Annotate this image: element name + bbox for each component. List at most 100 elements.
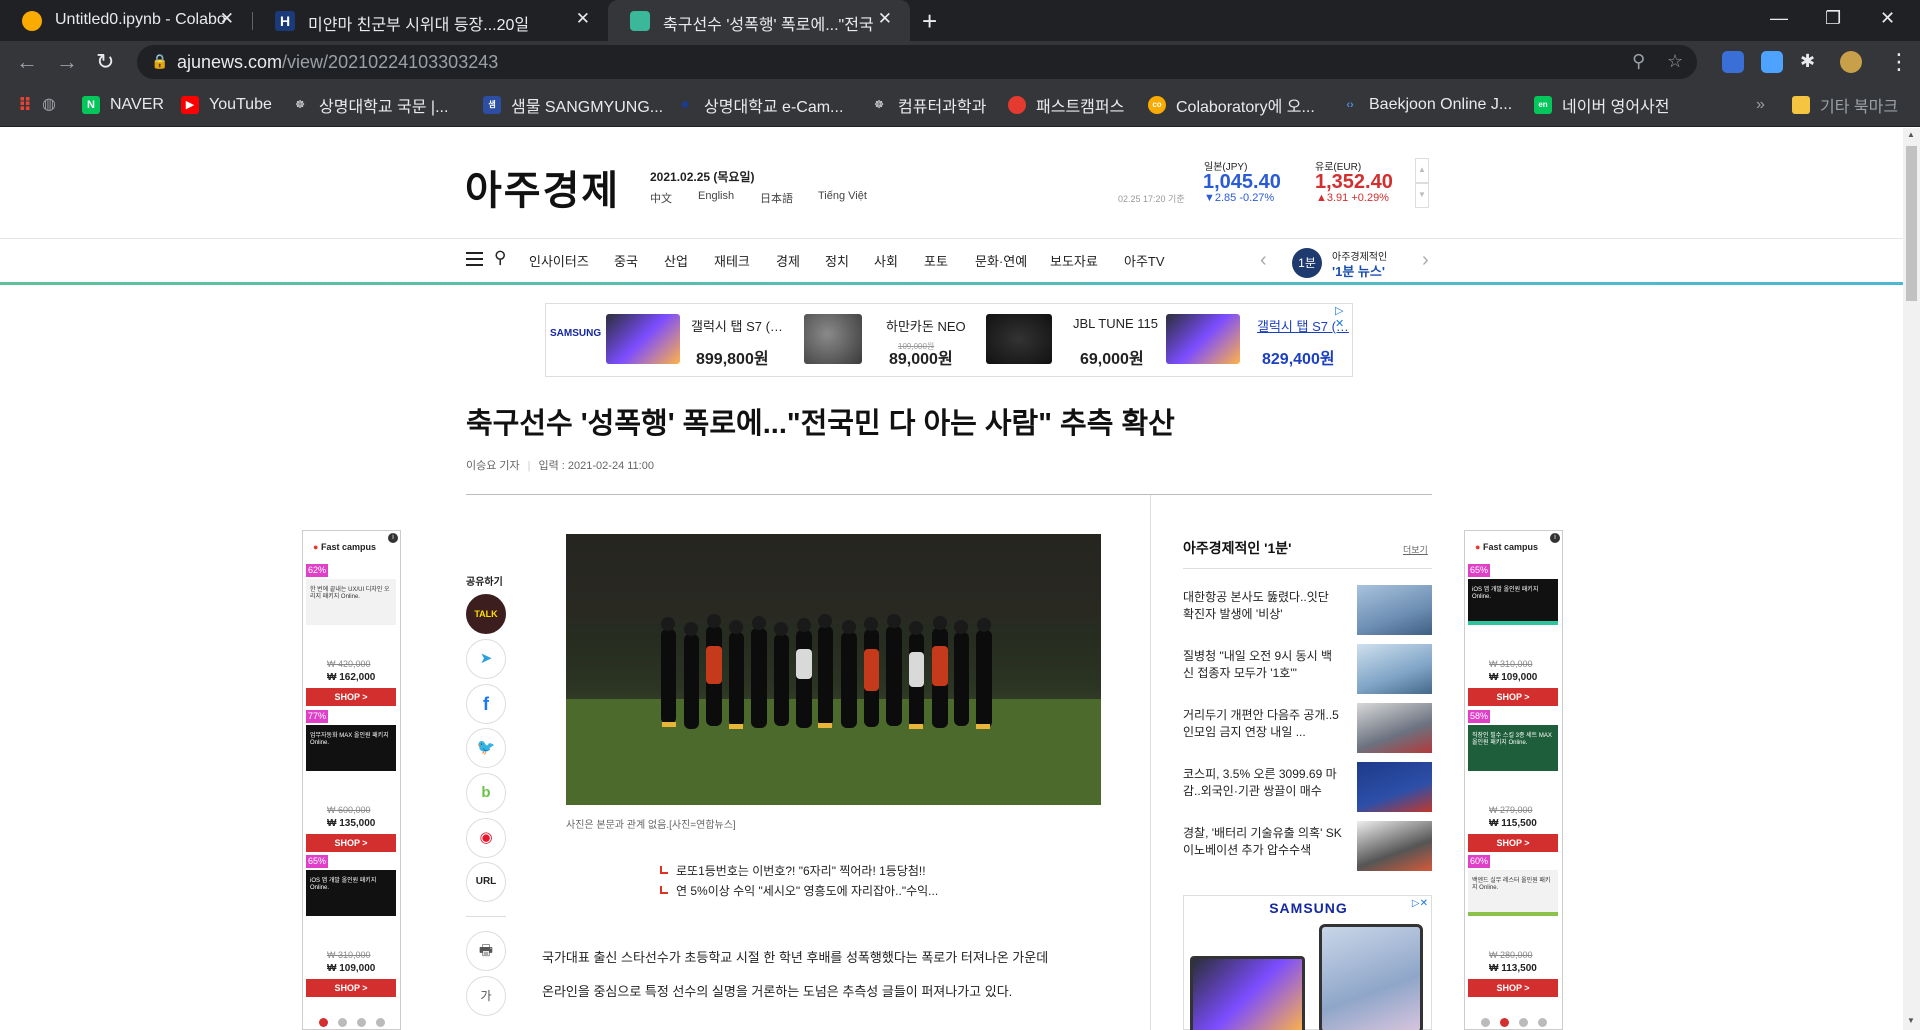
news-thumbnail[interactable] — [1357, 585, 1432, 635]
news-item[interactable]: 경찰, '배터리 기술유출 의혹' SK이노베이션 추가 압수수색 — [1183, 821, 1432, 873]
font-size-button[interactable]: 가 — [466, 976, 506, 1016]
chevron-left-icon[interactable]: ‹ — [1260, 249, 1267, 272]
cloud-extension-icon[interactable] — [1761, 51, 1783, 73]
puzzle-icon[interactable]: ✱ — [1800, 51, 1815, 72]
bookmark-baekjoon[interactable]: ‹› Baekjoon Online J... — [1341, 93, 1512, 117]
menu-icon[interactable]: ⋮ — [1888, 49, 1910, 75]
chevron-right-icon[interactable]: › — [1422, 249, 1429, 272]
shop-button[interactable]: SHOP > — [306, 979, 396, 997]
bookmark-star-icon[interactable]: ☆ — [1667, 51, 1683, 72]
bookmark-colab[interactable]: co Colaboratory에 오... — [1148, 93, 1315, 117]
nav-society[interactable]: 사회 — [874, 251, 898, 270]
ad-item-name[interactable]: JBL TUNE 115 — [1073, 316, 1158, 331]
lang-vietnamese[interactable]: Tiếng Việt — [818, 190, 867, 202]
tab-ajunews[interactable]: 축구선수 '성폭행' 폭로에..."전국민 ✕ — [608, 0, 910, 41]
carousel-dots[interactable] — [319, 1014, 395, 1030]
nav-culture[interactable]: 문화·연예 — [975, 251, 1027, 270]
fx-up-button[interactable]: ▲ — [1415, 158, 1429, 183]
course-thumbnail[interactable]: iOS 앱 개발 올인원 패키지 Online. — [306, 870, 396, 916]
forward-icon[interactable]: → — [56, 49, 78, 75]
shop-button[interactable]: SHOP > — [1468, 979, 1558, 997]
address-bar[interactable]: 🔒 ajunews.com/view/20210224103303243 ⚲ ☆ — [137, 45, 1697, 79]
print-button[interactable]: 🖶 — [466, 931, 506, 971]
telegram-share-button[interactable]: ➤ — [466, 639, 506, 679]
zoom-icon[interactable]: ⚲ — [1632, 51, 1645, 72]
nav-china[interactable]: 중국 — [614, 251, 638, 270]
minimize-button[interactable]: — — [1770, 8, 1788, 29]
course-thumbnail[interactable]: 업무자동화 MAX 올인원 패키지 Online. — [306, 725, 396, 771]
ad-banner[interactable]: SAMSUNG 갤럭시 탭 S7 (… 899,800원 하만카돈 NEO 10… — [545, 303, 1353, 377]
news-item[interactable]: 거리두기 개편안 다음주 공개..5인모임 금지 연장 내일 ... — [1183, 703, 1432, 755]
nav-finance[interactable]: 재테크 — [714, 251, 750, 270]
nav-insiders[interactable]: 인사이터즈 — [529, 251, 589, 270]
search-icon[interactable]: ⚲ — [494, 248, 506, 268]
course-thumbnail[interactable]: 백엔드 실무 레스터 올인원 패키지 Online. — [1468, 870, 1558, 916]
news-item[interactable]: 질병청 "내일 오전 9시 동시 백신 접종자 모두가 '1호'" — [1183, 644, 1432, 696]
ad-item-name[interactable]: 갤럭시 탭 S7 (… — [691, 316, 783, 335]
shop-button[interactable]: SHOP > — [306, 688, 396, 706]
ad-close-icon[interactable]: ▷✕ — [1412, 898, 1428, 909]
site-logo[interactable]: 아주경제 — [465, 158, 620, 216]
url-copy-button[interactable]: URL — [466, 862, 506, 902]
bookmark-naver-dict[interactable]: en 네이버 영어사전 — [1534, 93, 1670, 117]
scrollbar-thumb[interactable] — [1906, 146, 1917, 301]
twitter-share-button[interactable]: 🐦 — [466, 728, 506, 768]
news-title[interactable]: 거리두기 개편안 다음주 공개..5인모임 금지 연장 내일 ... — [1183, 707, 1343, 741]
menu-icon[interactable] — [466, 252, 483, 266]
news-title[interactable]: 대한항공 본사도 뚫렸다..잇단 확진자 발생에 '비상' — [1183, 589, 1343, 623]
lang-chinese[interactable]: 中文 — [650, 190, 672, 206]
lang-japanese[interactable]: 日本語 — [760, 190, 793, 206]
news-item[interactable]: 코스피, 3.5% 오른 3099.69 마감..외국인·기관 쌍끌이 매수 — [1183, 762, 1432, 814]
facebook-share-button[interactable]: f — [466, 684, 506, 724]
shop-button[interactable]: SHOP > — [306, 834, 396, 852]
course-thumbnail[interactable]: 한 번에 끝내는 UX/UI 디자인 오리지 패키지 Online. — [306, 579, 396, 625]
nav-press[interactable]: 보도자료 — [1050, 251, 1098, 270]
tablet-image[interactable] — [606, 314, 680, 364]
more-link[interactable]: 더보기 — [1403, 543, 1428, 556]
tablet-image[interactable] — [1166, 314, 1240, 364]
extension-icon[interactable] — [1722, 51, 1744, 73]
tablet-image[interactable] — [1319, 924, 1423, 1030]
bookmark-cs[interactable]: ☸ 컴퓨터과학과 — [870, 93, 986, 117]
ad-item-name[interactable]: 하만카돈 NEO — [886, 316, 966, 335]
earbuds-image[interactable] — [986, 314, 1052, 364]
news-thumbnail[interactable] — [1357, 762, 1432, 812]
kakaotalk-share-button[interactable]: TALK — [466, 594, 506, 634]
news-thumbnail[interactable] — [1357, 703, 1432, 753]
close-icon[interactable]: ✕ — [878, 9, 892, 29]
news-thumbnail[interactable] — [1357, 821, 1432, 871]
bookmark-fastcampus[interactable]: ● 패스트캠퍼스 — [1008, 93, 1124, 117]
restore-button[interactable]: ❐ — [1825, 8, 1841, 29]
related-link[interactable]: 로또1등번호는 이번호?! "6자리" 찍어라! 1등당첨!! — [660, 862, 926, 879]
bookmark-sangmyung-korean[interactable]: ☸ 상명대학교 국문 |... — [291, 93, 448, 117]
weibo-share-button[interactable]: ◉ — [466, 818, 506, 858]
left-side-ad[interactable]: ● Fast campus i 62% 한 번에 끝내는 UX/UI 디자인 오… — [302, 530, 401, 1030]
close-icon[interactable]: ✕ — [576, 9, 590, 29]
new-tab-button[interactable]: + — [922, 6, 937, 37]
related-link[interactable]: 연 5%이상 수익 "세시오" 영흥도에 자리잡아.."수익... — [660, 882, 938, 899]
fx-down-button[interactable]: ▼ — [1415, 183, 1429, 208]
nav-economy[interactable]: 경제 — [776, 251, 800, 270]
bookmark-naver[interactable]: N NAVER — [82, 93, 164, 117]
news-title[interactable]: 질병청 "내일 오전 9시 동시 백신 접종자 모두가 '1호'" — [1183, 648, 1343, 682]
avatar[interactable] — [1840, 51, 1862, 73]
shop-button[interactable]: SHOP > — [1468, 688, 1558, 706]
globe-icon[interactable]: ◍ — [40, 93, 68, 117]
nav-industry[interactable]: 산업 — [664, 251, 688, 270]
course-thumbnail[interactable]: iOS 앱 개발 올인원 패키지 Online. — [1468, 579, 1558, 625]
window-close-button[interactable]: ✕ — [1880, 8, 1895, 29]
lang-english[interactable]: English — [698, 190, 734, 202]
lock-icon[interactable]: 🔒 — [151, 53, 168, 70]
news-item[interactable]: 대한항공 본사도 뚫렸다..잇단 확진자 발생에 '비상' — [1183, 585, 1432, 637]
nav-politics[interactable]: 정치 — [825, 251, 849, 270]
speaker-image[interactable] — [804, 314, 862, 364]
news-thumbnail[interactable] — [1357, 644, 1432, 694]
news-title[interactable]: 코스피, 3.5% 오른 3099.69 마감..외국인·기관 쌍끌이 매수 — [1183, 766, 1343, 800]
tab-myanmar[interactable]: H 미얀마 친군부 시위대 등장...20일 ✕ — [253, 0, 608, 41]
ad-info-icon[interactable]: i — [1550, 533, 1560, 543]
bookmark-sammul[interactable]: 샘 샘물 SANGMYUNG... — [483, 93, 663, 117]
course-thumbnail[interactable]: 직장인 필수 스킬 3종 세트 MAX 올인원 패키지 Online. — [1468, 725, 1558, 771]
vertical-scrollbar[interactable]: ▲ ▼ — [1903, 128, 1920, 1030]
ad-close-icon[interactable]: ▷ ✕ — [1335, 304, 1352, 330]
shop-button[interactable]: SHOP > — [1468, 834, 1558, 852]
